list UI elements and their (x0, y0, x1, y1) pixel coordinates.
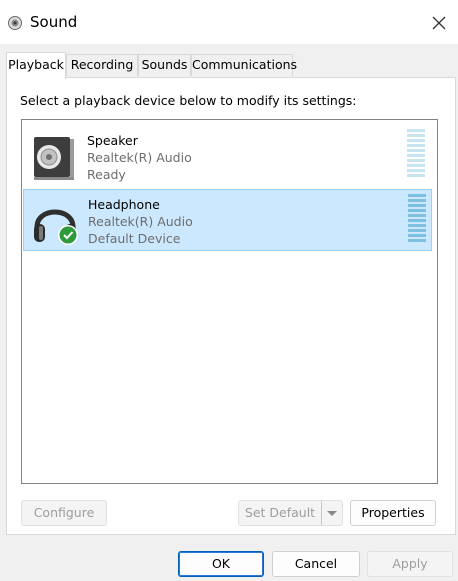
title-bar: Sound (0, 0, 458, 44)
device-name: Speaker (87, 133, 138, 148)
cancel-button[interactable]: Cancel (272, 551, 360, 577)
tab-recording[interactable]: Recording (66, 54, 138, 76)
ok-button[interactable]: OK (178, 551, 264, 577)
headphone-device-icon (34, 209, 78, 245)
volume-level-meter (407, 129, 425, 182)
close-button[interactable] (424, 8, 454, 38)
properties-button[interactable]: Properties (350, 500, 436, 526)
volume-level-meter (408, 194, 426, 247)
set-default-button[interactable]: Set Default (238, 500, 322, 526)
instruction-text: Select a playback device below to modify… (20, 93, 357, 108)
apply-button[interactable]: Apply (367, 551, 453, 577)
close-icon (432, 16, 446, 30)
playback-panel: Select a playback device below to modify… (6, 77, 456, 535)
device-status: Default Device (88, 231, 181, 246)
tab-playback[interactable]: Playback (6, 52, 66, 79)
device-item-speaker[interactable]: Speaker Realtek(R) Audio Ready (23, 125, 432, 187)
speaker-device-icon (34, 137, 74, 180)
device-driver: Realtek(R) Audio (87, 150, 192, 165)
window-title: Sound (30, 13, 78, 31)
tab-sounds[interactable]: Sounds (138, 54, 191, 76)
device-status: Ready (87, 167, 126, 182)
device-item-headphone[interactable]: Headphone Realtek(R) Audio Default Devic… (23, 189, 432, 251)
device-driver: Realtek(R) Audio (88, 214, 193, 229)
configure-button[interactable]: Configure (21, 500, 107, 526)
dialog-body: Playback Recording Sounds Communications… (0, 44, 458, 581)
device-name: Headphone (88, 197, 160, 212)
chevron-down-icon (327, 511, 337, 516)
tab-communications[interactable]: Communications (191, 54, 297, 76)
speaker-icon (8, 16, 22, 30)
set-default-dropdown[interactable] (321, 500, 343, 526)
device-list[interactable]: Speaker Realtek(R) Audio Ready Headphone… (21, 119, 438, 484)
